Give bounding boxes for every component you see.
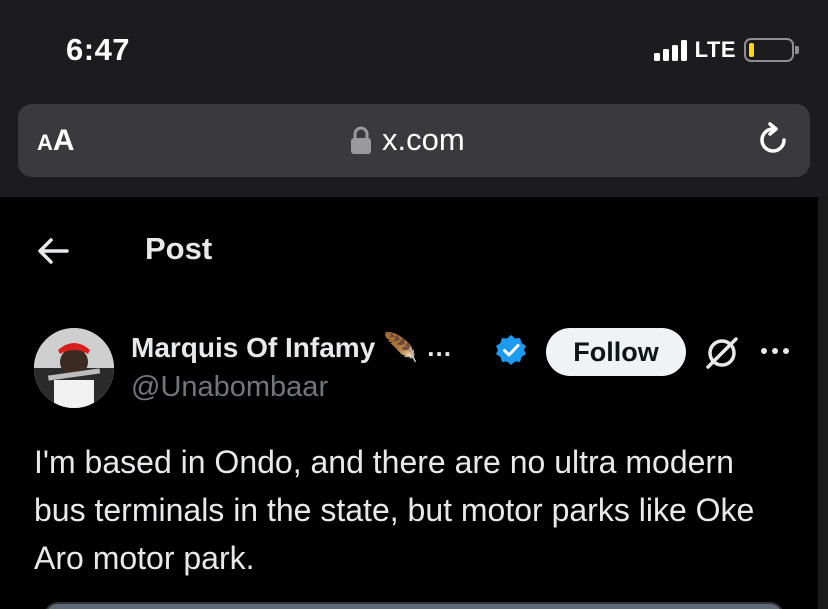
name-truncation: … — [426, 332, 453, 362]
text-size-button[interactable]: AA — [37, 124, 75, 158]
status-indicators: LTE — [653, 36, 799, 64]
lock-icon — [351, 126, 371, 154]
reload-icon[interactable] — [754, 121, 792, 159]
url-text: x.com — [382, 122, 465, 157]
post-text: I'm based in Ondo, and there are no ultr… — [34, 444, 755, 576]
feather-emoji: 🪶 — [383, 332, 419, 363]
more-options-icon[interactable] — [759, 339, 791, 363]
avatar[interactable] — [34, 328, 114, 408]
back-arrow-icon[interactable] — [34, 232, 72, 270]
author-name-text: Marquis Of Infamy — [131, 331, 376, 363]
network-type: LTE — [694, 37, 736, 62]
url-display[interactable]: x.com — [350, 122, 465, 158]
author-display-name[interactable]: Marquis Of Infamy 🪶 … — [131, 331, 452, 364]
page-title: Post — [145, 231, 213, 266]
post-media[interactable] — [44, 602, 784, 609]
signal-icon — [653, 39, 687, 61]
follow-button[interactable]: Follow — [546, 328, 686, 376]
author-handle[interactable]: @Unabombaar — [131, 371, 328, 404]
page-scrollbar[interactable] — [818, 197, 828, 609]
grok-icon[interactable] — [703, 334, 741, 372]
avatar-image — [34, 328, 114, 408]
status-time: 6:47 — [66, 32, 131, 67]
address-bar[interactable]: AA x.com — [18, 104, 810, 177]
battery-icon — [744, 38, 799, 62]
browser-chrome: 6:47 LTE AA x.com — [0, 0, 828, 197]
verified-badge-icon[interactable] — [495, 334, 527, 366]
